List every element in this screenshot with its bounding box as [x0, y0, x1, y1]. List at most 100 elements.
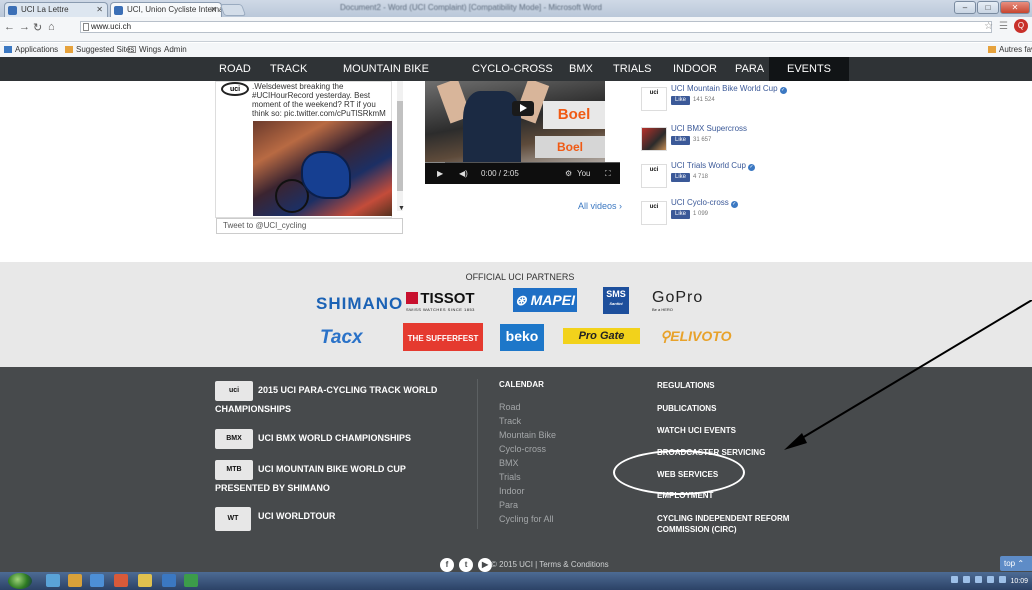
- bookmark-star-icon[interactable]: ☆: [984, 21, 993, 32]
- volume-icon[interactable]: ◀): [459, 163, 468, 184]
- ie-taskbar-icon[interactable]: [46, 574, 60, 587]
- facebook-like-button[interactable]: Like: [671, 96, 690, 105]
- channel-name[interactable]: UCI Cyclo-cross ✓: [671, 198, 738, 208]
- nav-cyclo-cross[interactable]: CYCLO-CROSS: [472, 57, 553, 81]
- close-tab-icon[interactable]: ✕: [96, 3, 103, 16]
- volume-icon[interactable]: [986, 576, 994, 583]
- calendar-link-cyclo-cross[interactable]: Cyclo-cross: [499, 444, 546, 454]
- gopro-logo[interactable]: GoPro Be a HERO: [652, 289, 703, 312]
- footer-champ-worldtour[interactable]: UCI WORLDTOUR: [258, 507, 335, 526]
- calendar-link-bmx[interactable]: BMX: [499, 458, 519, 468]
- minimize-button[interactable]: –: [954, 1, 976, 14]
- facebook-icon[interactable]: f: [440, 558, 454, 572]
- elivoto-logo[interactable]: ⚲ELIVOTO: [660, 328, 731, 345]
- scroll-down-arrow-icon[interactable]: ▼: [398, 205, 405, 212]
- shimano-logo[interactable]: SHIMANO: [316, 294, 403, 314]
- channel-name[interactable]: UCI Mountain Bike World Cup ✓: [671, 84, 787, 94]
- calendar-link-para[interactable]: Para: [499, 500, 518, 510]
- reload-icon[interactable]: ↻: [33, 21, 42, 34]
- facebook-like-button[interactable]: Like: [671, 136, 690, 145]
- chrome-taskbar-icon[interactable]: [138, 574, 152, 587]
- worldtour-logo[interactable]: WT: [215, 507, 251, 531]
- settings-gear-icon[interactable]: ⚙: [565, 163, 572, 184]
- bookmark-applications[interactable]: Applications: [4, 43, 58, 57]
- play-icon[interactable]: ▶: [437, 163, 443, 184]
- nav-track[interactable]: TRACK: [270, 57, 307, 81]
- nav-bmx[interactable]: BMX: [569, 57, 593, 81]
- tray-icon[interactable]: [974, 576, 982, 583]
- nav-road[interactable]: ROAD: [219, 57, 251, 81]
- calendar-link-trials[interactable]: Trials: [499, 472, 521, 482]
- new-tab-button[interactable]: [219, 4, 247, 16]
- tweet-photo[interactable]: [253, 121, 392, 216]
- browser-tab-2[interactable]: UCI, Union Cycliste Internationale ✕: [110, 2, 222, 17]
- facebook-like-button[interactable]: Like: [671, 210, 690, 219]
- forward-arrow-icon[interactable]: →: [19, 21, 30, 33]
- calendar-link-cycling-for-all[interactable]: Cycling for All: [499, 514, 554, 524]
- word-taskbar-icon[interactable]: [90, 574, 104, 587]
- network-icon[interactable]: [998, 576, 1006, 583]
- channel-logo[interactable]: uci: [641, 201, 667, 225]
- facebook-like-button[interactable]: Like: [671, 173, 690, 182]
- nav-mountain-bike[interactable]: MOUNTAIN BIKE: [343, 57, 429, 81]
- video-sponsor-banner: Boel: [543, 101, 605, 129]
- youtube-icon[interactable]: You: [577, 163, 591, 184]
- clock[interactable]: 10:09: [1010, 578, 1028, 585]
- channel-logo[interactable]: uci: [641, 87, 667, 111]
- page-menu-icon[interactable]: ☰: [999, 21, 1008, 32]
- nav-events[interactable]: EVENTS: [769, 57, 850, 81]
- back-to-top-button[interactable]: top ⌃: [1000, 556, 1032, 571]
- bmx-logo[interactable]: BMX: [215, 429, 253, 449]
- copyright-text[interactable]: © 2015 UCI | Terms & Conditions: [491, 560, 609, 569]
- bookmark-wings[interactable]: Wings: [128, 43, 161, 57]
- tray-icon[interactable]: [962, 576, 970, 583]
- close-window-button[interactable]: ✕: [1000, 1, 1030, 14]
- home-icon[interactable]: ⌂: [48, 21, 55, 33]
- browser-tab-1[interactable]: UCI La Lettre ✕: [4, 2, 108, 17]
- tweet-scrollbar[interactable]: [397, 81, 403, 211]
- beko-logo[interactable]: beko: [500, 324, 544, 351]
- app-taskbar-icon[interactable]: [162, 574, 176, 587]
- tacx-logo[interactable]: Tacx: [320, 327, 363, 349]
- calendar-link-indoor[interactable]: Indoor: [499, 486, 525, 496]
- play-button[interactable]: [512, 101, 534, 116]
- uci-avatar[interactable]: uci: [221, 82, 249, 96]
- calendar-link-mountain-bike[interactable]: Mountain Bike: [499, 430, 556, 440]
- footer-champ-mtb[interactable]: UCI MOUNTAIN BIKE WORLD CUP PRESENTED BY…: [215, 460, 455, 498]
- nav-trials[interactable]: TRIALS: [613, 57, 652, 81]
- url-field[interactable]: www.uci.ch: [80, 21, 992, 33]
- media-taskbar-icon[interactable]: [114, 574, 128, 587]
- tray-icon[interactable]: [950, 576, 958, 583]
- tissot-logo[interactable]: TISSOT SWISS WATCHES SINCE 1853: [406, 290, 475, 312]
- excel-taskbar-icon[interactable]: [184, 574, 198, 587]
- mapei-logo[interactable]: ⊛ MAPEI: [513, 288, 577, 312]
- explorer-taskbar-icon[interactable]: [68, 574, 82, 587]
- calendar-link-road[interactable]: Road: [499, 402, 521, 412]
- all-videos-link[interactable]: All videos ›: [578, 201, 622, 211]
- start-button[interactable]: [8, 573, 32, 589]
- sufferfest-logo[interactable]: THE SUFFERFEST: [403, 323, 483, 351]
- bookmark-suggested-sites[interactable]: Suggested Sites: [65, 43, 134, 57]
- channel-logo[interactable]: [641, 127, 667, 151]
- nav-indoor[interactable]: INDOOR: [673, 57, 717, 81]
- footer-champ-para-track[interactable]: 2015 UCI PARA-CYCLING TRACK WORLD CHAMPI…: [215, 381, 445, 419]
- maximize-button[interactable]: □: [977, 1, 999, 14]
- bookmark-admin[interactable]: Admin: [164, 43, 187, 57]
- close-tab-icon[interactable]: ✕: [210, 3, 217, 16]
- other-bookmarks[interactable]: Autres fav: [988, 43, 1032, 57]
- back-arrow-icon[interactable]: ←: [4, 21, 15, 33]
- footer-link-circ[interactable]: CYCLING INDEPENDENT REFORM COMMISSION (C…: [657, 513, 817, 535]
- scrollbar-thumb[interactable]: [397, 101, 403, 191]
- channel-logo[interactable]: uci: [641, 164, 667, 188]
- extension-icon[interactable]: Q: [1014, 19, 1028, 33]
- progate-logo[interactable]: Pro Gate: [563, 328, 640, 344]
- channel-name[interactable]: UCI Trials World Cup ✓: [671, 161, 755, 171]
- tweet-input[interactable]: Tweet to @UCI_cycling: [216, 218, 403, 234]
- nav-para[interactable]: PARA: [735, 57, 764, 81]
- fullscreen-icon[interactable]: ⛶: [605, 163, 611, 184]
- calendar-link-track[interactable]: Track: [499, 416, 521, 426]
- footer-champ-bmx[interactable]: UCI BMX WORLD CHAMPIONSHIPS: [258, 429, 411, 448]
- twitter-icon[interactable]: t: [459, 558, 474, 572]
- channel-name[interactable]: UCI BMX Supercross: [671, 124, 747, 133]
- sms-santini-logo[interactable]: SMS Santini: [603, 287, 629, 314]
